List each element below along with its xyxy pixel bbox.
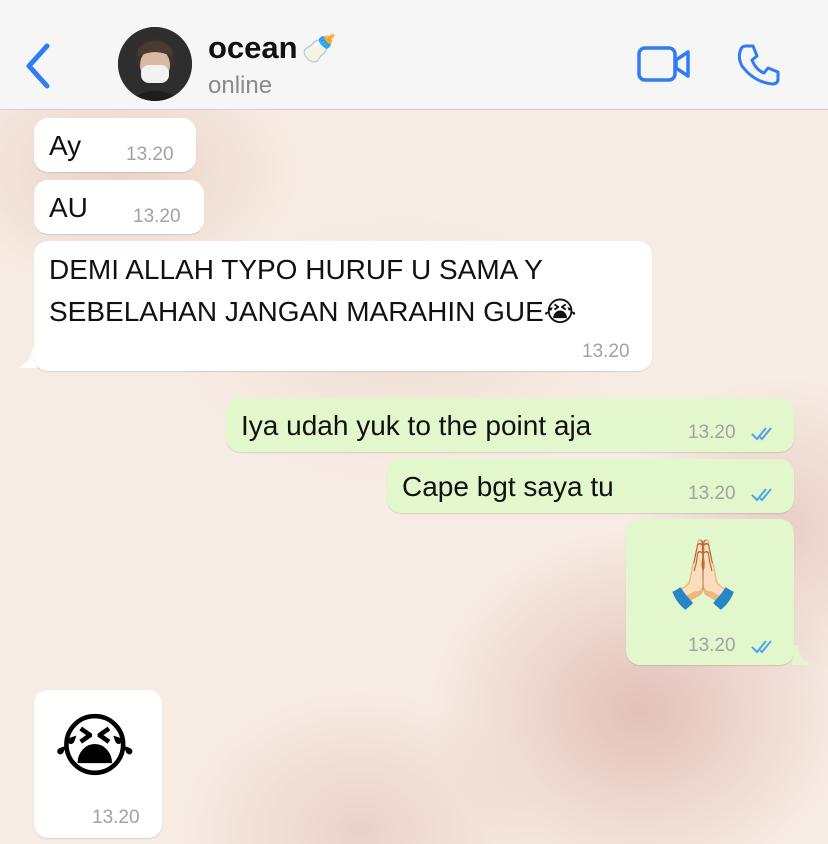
video-camera-icon xyxy=(637,46,690,82)
phone-icon xyxy=(737,44,780,86)
contact-name-text: ocean xyxy=(208,30,298,65)
chevron-left-icon xyxy=(26,43,50,89)
contact-status: online xyxy=(208,72,273,99)
chat-header: ocean 🍼 online xyxy=(0,0,828,110)
message-bubble-outgoing[interactable]: Iya udah yuk to the point aja 13.20 xyxy=(226,398,794,452)
contact-name[interactable]: ocean 🍼 xyxy=(208,30,336,66)
message-bubble-incoming[interactable]: 😭 13.20 xyxy=(34,690,162,838)
avatar-image xyxy=(118,27,192,101)
message-time: 13.20 xyxy=(688,483,736,504)
loudly-crying-face-emoji: 😭 xyxy=(54,707,136,785)
voice-call-button[interactable] xyxy=(734,40,784,90)
double-check-icon xyxy=(751,640,772,654)
double-check-icon xyxy=(751,488,772,502)
message-time: 13.20 xyxy=(688,635,736,656)
message-bubble-outgoing[interactable]: Cape bgt saya tu 13.20 xyxy=(387,459,794,513)
back-button[interactable] xyxy=(18,38,58,94)
praying-hands-emoji: 🙏🏻 xyxy=(662,536,745,610)
message-bubble-incoming[interactable]: AU 13.20 xyxy=(34,180,204,234)
double-check-icon xyxy=(751,427,772,441)
bubble-tail xyxy=(792,645,812,665)
message-bubble-outgoing[interactable]: 🙏🏻 13.20 xyxy=(626,519,794,665)
message-text: Cape bgt saya tu xyxy=(402,471,614,502)
video-call-button[interactable] xyxy=(636,42,692,86)
message-time: 13.20 xyxy=(582,341,630,362)
message-time: 13.20 xyxy=(126,144,174,165)
message-bubble-incoming[interactable]: Ay 13.20 xyxy=(34,118,196,172)
message-text: AU xyxy=(49,192,88,223)
message-time: 13.20 xyxy=(133,206,181,227)
message-text-line: SEBELAHAN JANGAN MARAHIN GUE😭 xyxy=(49,296,577,327)
message-time: 13.20 xyxy=(688,422,736,443)
message-text: Ay xyxy=(49,130,82,161)
message-time: 13.20 xyxy=(92,807,140,828)
message-text: Iya udah yuk to the point aja xyxy=(241,410,592,441)
avatar[interactable] xyxy=(118,27,192,101)
message-bubble-incoming[interactable]: DEMI ALLAH TYPO HURUF U SAMA Y SEBELAHAN… xyxy=(34,241,652,371)
baby-bottle-emoji: 🍼 xyxy=(301,32,337,64)
message-text-line: DEMI ALLAH TYPO HURUF U SAMA Y xyxy=(49,254,543,285)
